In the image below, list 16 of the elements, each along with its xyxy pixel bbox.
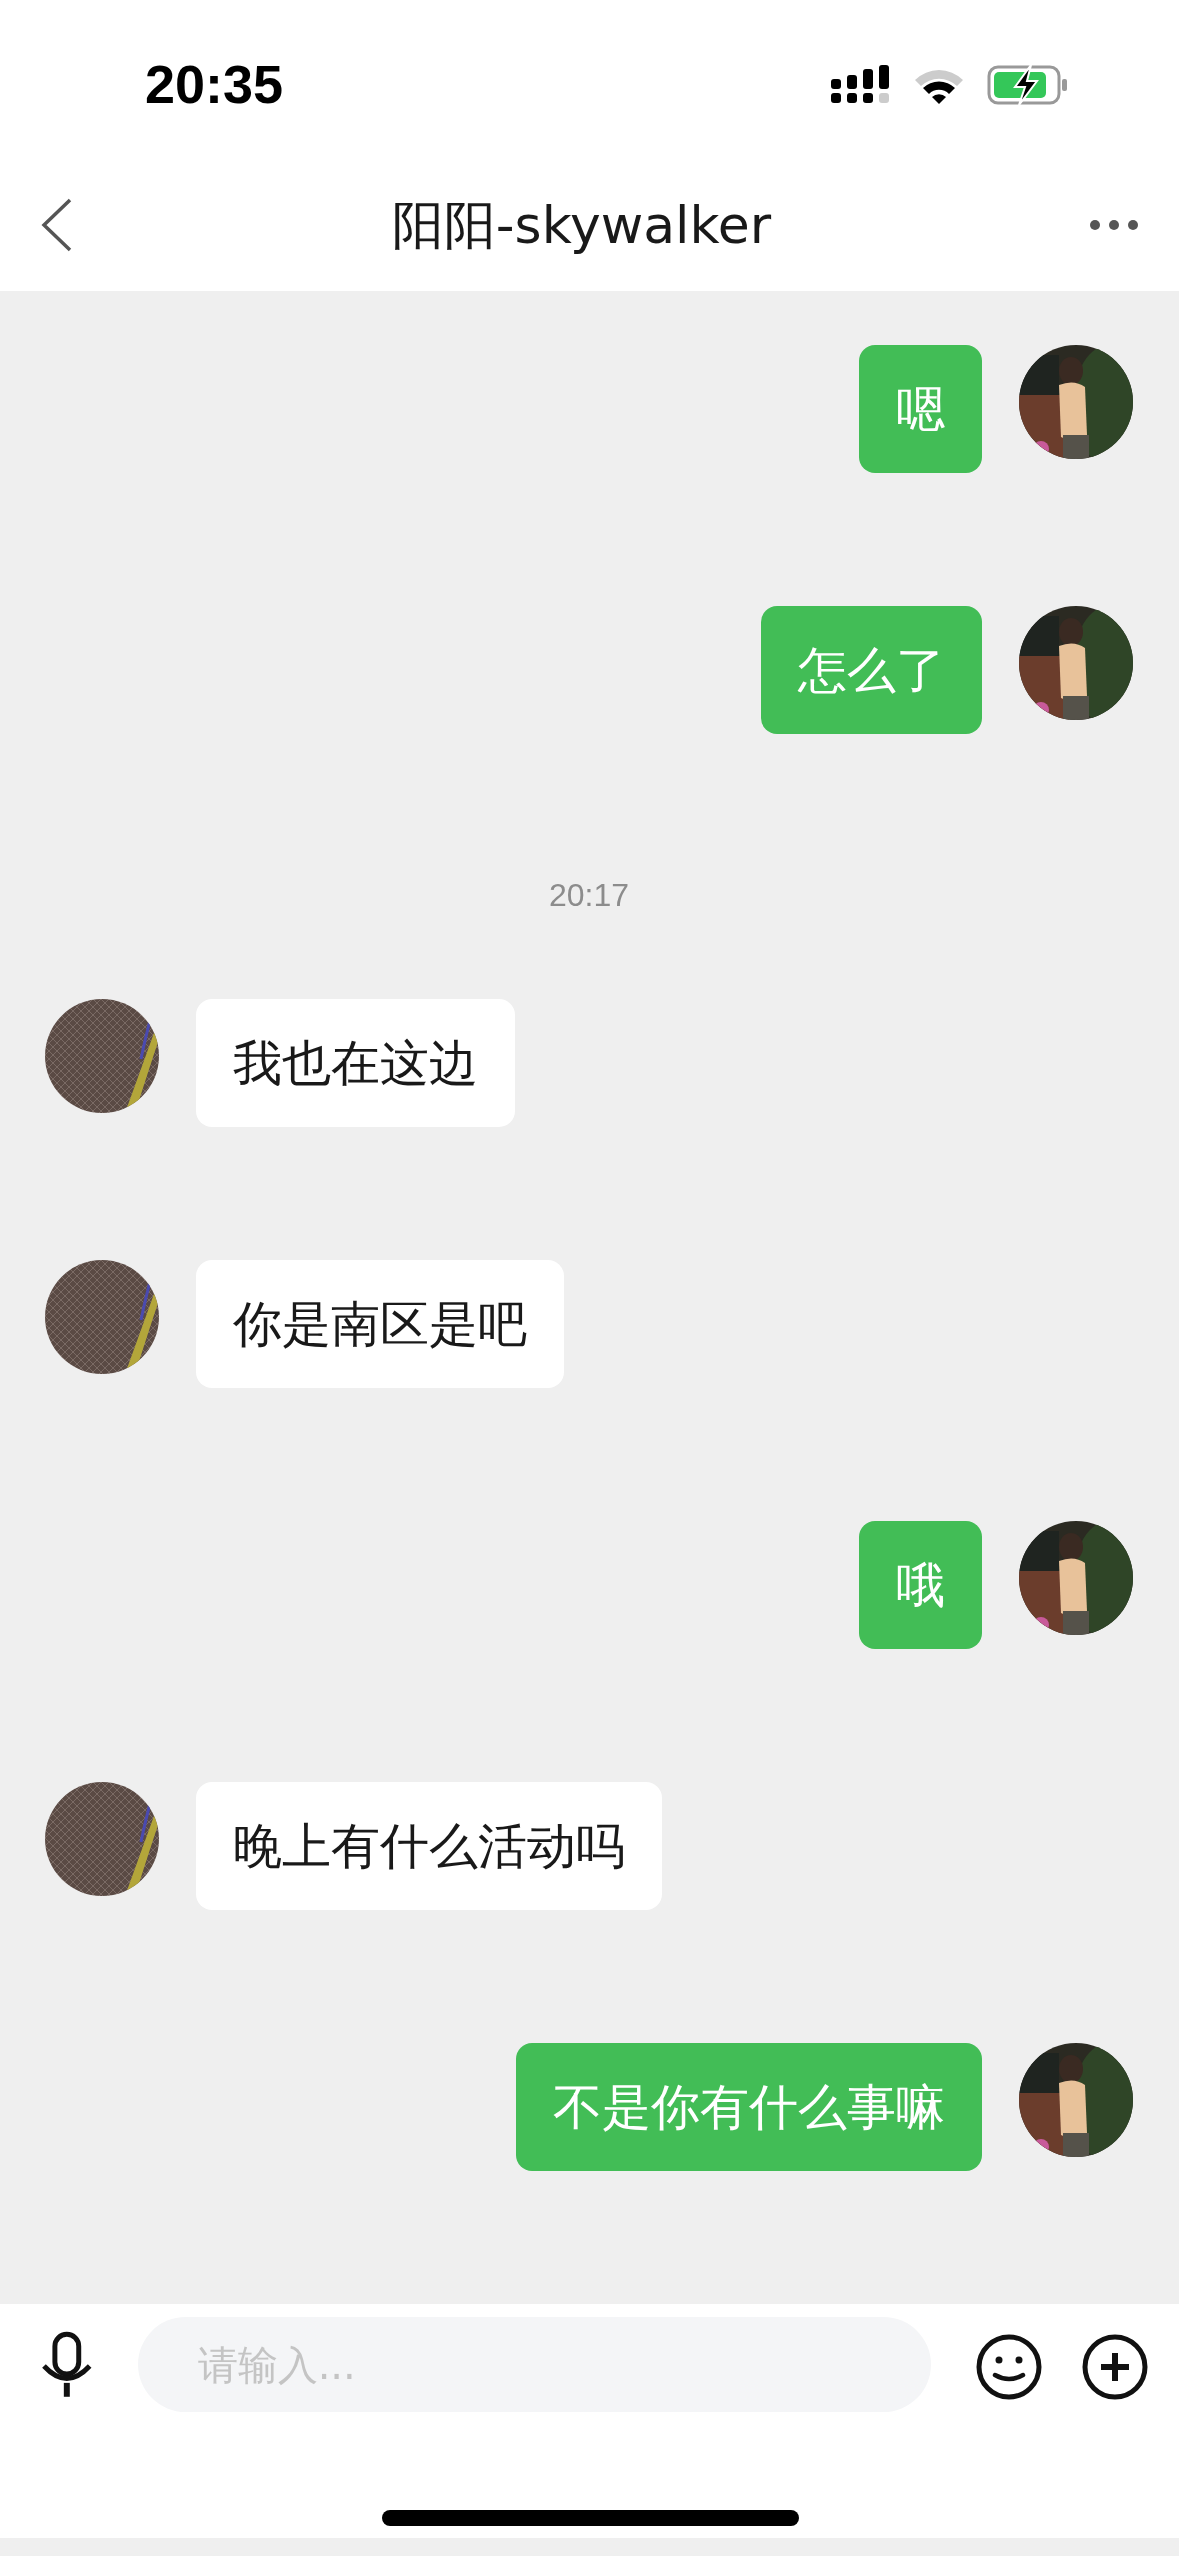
emoji-icon[interactable] [975,2333,1043,2402]
message-bubble: 怎么了 [761,606,982,735]
message-bubble: 嗯 [859,345,982,474]
message-bubble: 哦 [859,1521,982,1650]
timestamp: 20:17 [548,876,630,916]
signal-icon [831,64,891,105]
back-icon[interactable] [40,197,74,254]
plus-icon[interactable] [1081,2333,1149,2402]
chat-title: 阳阳-skywalker [391,194,772,258]
message-bubble: 不是你有什么事嘛 [516,2043,982,2172]
message-bubble: 你是南区是吧 [196,1260,564,1389]
more-icon[interactable] [1089,219,1139,232]
message-bubble: 晚上有什么活动吗 [196,1782,662,1911]
message-bubble: 我也在这边 [196,999,515,1128]
microphone-icon[interactable] [40,2331,94,2400]
status-time: 20:35 [145,53,284,117]
